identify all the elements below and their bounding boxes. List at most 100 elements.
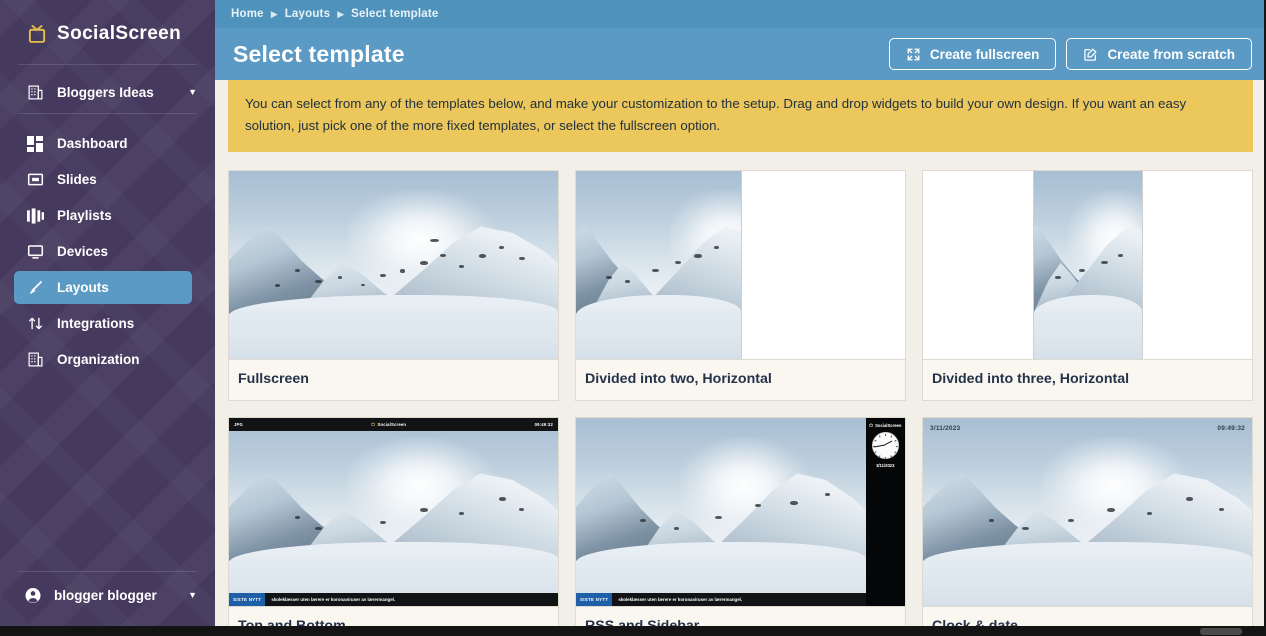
template-grid-scroll[interactable]: Fullscreen Divided into two, Horizontal …	[215, 152, 1266, 626]
preview-sidebar-panel: SocialScreen 3/11/2023	[865, 417, 905, 606]
mountain-photo	[576, 417, 866, 606]
template-card-top-bottom[interactable]: JPG SocialScreen 09:49:32 SISTE NYTT sko…	[228, 416, 559, 626]
preview-top-left-text: JPG	[234, 421, 243, 427]
template-card-label: Divided into two, Horizontal	[585, 370, 772, 387]
breadcrumb: Home ▶ Layouts ▶ Select template	[215, 0, 1266, 28]
arrows-updown-icon	[26, 315, 44, 333]
template-card-clock-date[interactable]: 3/11/2023 09:49:32 Clock & date	[922, 416, 1253, 626]
main-content: Home ▶ Layouts ▶ Select template Select …	[215, 0, 1266, 626]
template-card-fullscreen[interactable]: Fullscreen	[228, 169, 559, 401]
template-card-label: Top and Bottom	[238, 617, 346, 626]
sidebar-item-integrations[interactable]: Integrations	[14, 307, 192, 340]
sidebar-item-devices[interactable]: Devices	[14, 235, 192, 268]
template-preview: 3/11/2023 09:49:32	[923, 417, 1252, 607]
template-card-divided-two[interactable]: Divided into two, Horizontal	[575, 169, 906, 401]
title-bar: Select template Create fullscreen Create…	[215, 28, 1266, 80]
sidebar-item-label: Playlists	[57, 208, 112, 223]
create-fullscreen-label: Create fullscreen	[929, 46, 1040, 62]
create-from-scratch-button[interactable]: Create from scratch	[1066, 38, 1252, 70]
create-from-scratch-label: Create from scratch	[1107, 46, 1235, 62]
rock-detail	[229, 171, 558, 359]
info-banner: You can select from any of the templates…	[228, 80, 1253, 152]
empty-zone	[923, 170, 1033, 359]
sidebar-item-organization[interactable]: Organization	[14, 343, 192, 376]
pencil-square-icon	[1083, 47, 1098, 62]
rock-detail	[1033, 171, 1143, 359]
ticker-tag: SISTE NYTT	[229, 592, 266, 606]
ticker-tag: SISTE NYTT	[576, 592, 613, 606]
chevron-right-icon: ▶	[270, 8, 278, 19]
expand-fullscreen-icon	[906, 47, 921, 62]
building-icon	[26, 351, 44, 369]
sidebar-item-slides[interactable]: Slides	[14, 163, 192, 196]
preview-ticker-bar: SISTE NYTT skoleklæsser uten lærere er k…	[576, 592, 866, 606]
sidebar-item-label: Integrations	[57, 316, 135, 331]
preview-top-right-text: 09:49:32	[534, 421, 553, 427]
horizontal-scrollbar-thumb[interactable]	[1200, 628, 1242, 635]
breadcrumb-item-layouts[interactable]: Layouts	[285, 8, 331, 20]
tv-icon	[371, 422, 376, 427]
preview-sidebar-date: 3/11/2023	[876, 462, 895, 468]
preview-ticker-bar: SISTE NYTT skoleklæsser uten lærere er k…	[229, 592, 558, 606]
preview-time-text: 09:49:32	[1217, 424, 1245, 432]
zone-divider	[1142, 170, 1144, 359]
window-bottom-bar	[0, 626, 1266, 636]
dashboard-grid-icon	[26, 135, 44, 153]
rock-detail	[576, 418, 866, 606]
preview-top-center-text: SocialScreen	[377, 421, 407, 427]
template-card-label: RSS and Sidebar	[585, 617, 700, 626]
sidebar: SocialScreen Bloggers Ideas ▼ Dashboard …	[0, 0, 215, 626]
rock-detail	[923, 418, 1252, 606]
preview-sidebar-brand-text: SocialScreen	[875, 422, 902, 428]
page-title: Select template	[233, 40, 405, 67]
info-banner-wrap: You can select from any of the templates…	[215, 80, 1266, 152]
zone-divider	[1032, 170, 1034, 359]
template-preview: SocialScreen 3/11/2023 SISTE NYTT skolek…	[576, 417, 905, 607]
sidebar-item-label: Slides	[57, 172, 97, 187]
sidebar-item-label: Devices	[57, 244, 109, 259]
sidebar-item-label: Dashboard	[57, 136, 128, 151]
breadcrumb-item-home[interactable]: Home	[231, 8, 264, 20]
template-card-divided-three[interactable]: Divided into three, Horizontal	[922, 169, 1253, 401]
chevron-down-icon: ▼	[188, 589, 197, 600]
ticker-text: skoleklæsser uten lærere er koronaviruse…	[618, 596, 743, 602]
sidebar-item-playlists[interactable]: Playlists	[14, 199, 192, 232]
organization-label: Bloggers Ideas	[57, 84, 154, 100]
zone-divider	[740, 170, 742, 359]
monitor-icon	[26, 243, 44, 261]
mountain-photo	[229, 417, 558, 606]
ticker-text: skoleklæsser uten lærere er koronaviruse…	[271, 596, 396, 602]
slide-icon	[26, 171, 44, 189]
chevron-right-icon: ▶	[337, 8, 345, 19]
preview-top-brand: SocialScreen	[371, 422, 406, 427]
sidebar-item-layouts[interactable]: Layouts	[14, 271, 192, 304]
template-card-rss-sidebar[interactable]: SocialScreen 3/11/2023 SISTE NYTT skolek…	[575, 416, 906, 626]
sidebar-nav: Dashboard Slides Playlists Devices Layou…	[0, 124, 215, 379]
brand[interactable]: SocialScreen	[0, 0, 215, 64]
preview-date-text: 3/11/2023	[930, 424, 961, 432]
tv-icon	[26, 23, 48, 45]
sidebar-item-label: Organization	[57, 352, 140, 367]
empty-zone	[740, 170, 905, 359]
mountain-photo	[1032, 170, 1143, 359]
brush-icon	[26, 279, 44, 297]
building-icon	[26, 83, 44, 101]
create-fullscreen-button[interactable]: Create fullscreen	[888, 38, 1057, 70]
template-card-label: Fullscreen	[238, 370, 309, 387]
template-preview	[923, 170, 1252, 360]
template-card-label: Clock & date	[932, 617, 1018, 626]
brand-name: SocialScreen	[57, 23, 182, 44]
sidebar-item-label: Layouts	[57, 280, 109, 295]
preview-sidebar-brand: SocialScreen	[869, 423, 901, 428]
sidebar-item-dashboard[interactable]: Dashboard	[14, 127, 192, 160]
user-menu[interactable]: blogger blogger ▼	[0, 572, 215, 618]
template-card-label: Divided into three, Horizontal	[932, 370, 1130, 387]
mountain-photo	[229, 170, 558, 359]
rock-detail	[576, 171, 741, 359]
template-preview	[576, 170, 905, 360]
organization-selector[interactable]: Bloggers Ideas ▼	[0, 71, 215, 113]
breadcrumb-item-current: Select template	[351, 8, 439, 20]
user-name: blogger blogger	[54, 587, 157, 603]
rock-detail	[229, 418, 558, 606]
